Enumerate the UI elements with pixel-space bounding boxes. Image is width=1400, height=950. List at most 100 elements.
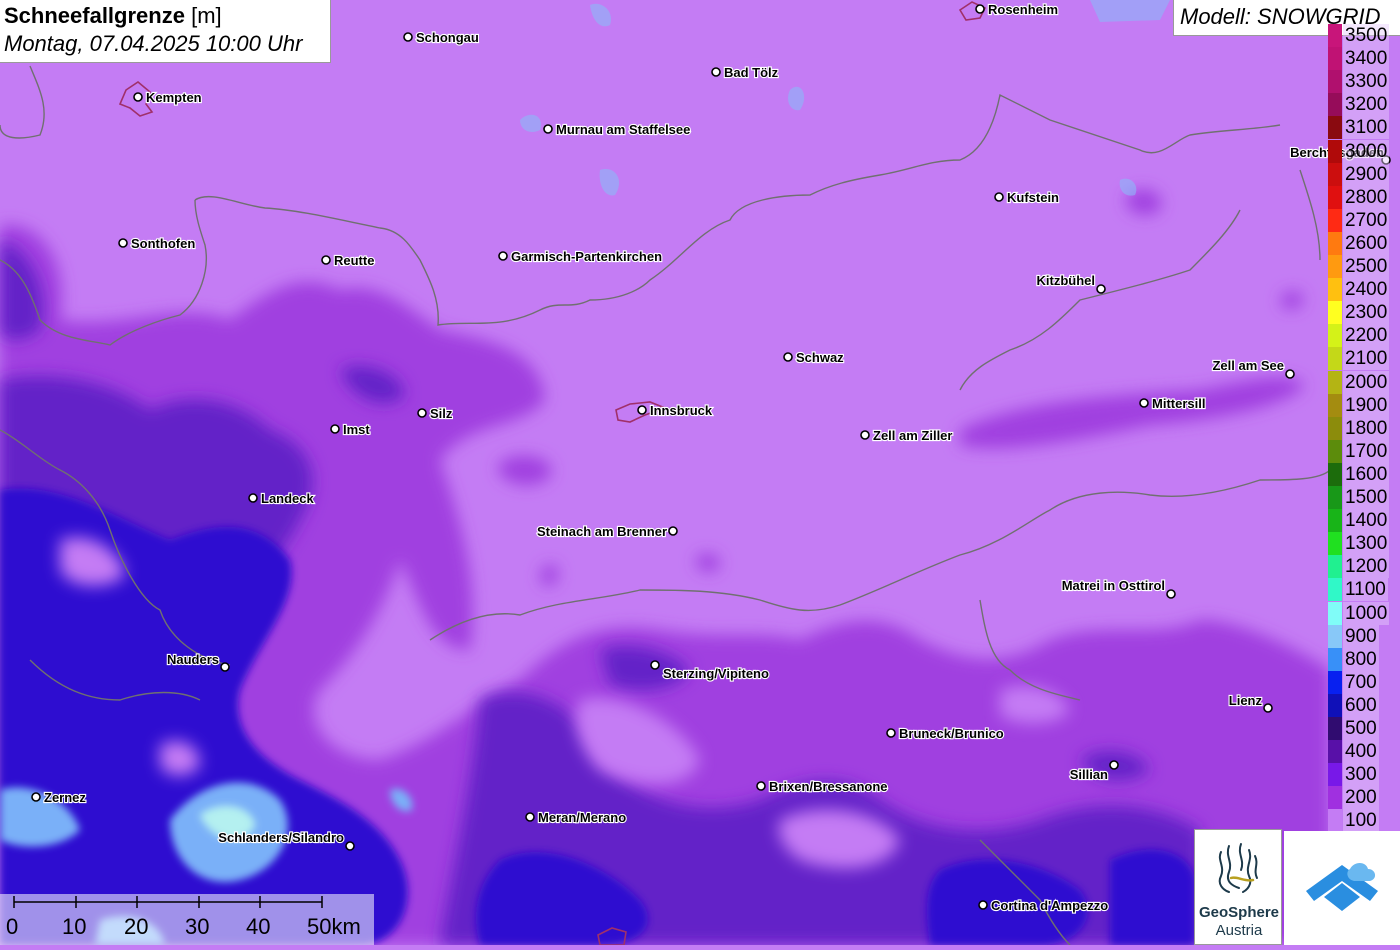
city-marker[interactable]: Innsbruck	[637, 402, 714, 419]
legend-row-400: 400	[1328, 740, 1400, 764]
legend-swatch	[1328, 532, 1342, 556]
color-legend: 3500 3400 3300 3200 3100 3000 2900 2800 2700 2600…	[1328, 24, 1400, 833]
legend-swatch	[1328, 185, 1342, 209]
legend-label: 2600	[1343, 231, 1390, 255]
scale-bar: 0 10 20 30 40 50km	[0, 894, 374, 945]
city-label: Garmisch-Partenkirchen	[511, 249, 662, 264]
legend-swatch	[1328, 647, 1342, 671]
weather-app-cloud-icon	[1306, 863, 1378, 911]
legend-label: 2500	[1343, 255, 1390, 278]
city-marker[interactable]: Meran/Merano	[525, 809, 627, 826]
legend-label: 1700	[1343, 439, 1390, 463]
city-dot-icon	[133, 92, 143, 102]
legend-row-2600: 2600	[1328, 231, 1400, 255]
legend-label: 3300	[1343, 70, 1390, 94]
legend-swatch	[1328, 670, 1342, 694]
city-label: Meran/Merano	[538, 810, 626, 825]
city-dot-icon	[711, 67, 721, 77]
city-dot-icon	[31, 792, 41, 802]
legend-row-2200: 2200	[1328, 324, 1400, 348]
legend-swatch	[1328, 255, 1342, 279]
legend-swatch	[1328, 278, 1342, 302]
legend-row-1400: 1400	[1328, 509, 1400, 533]
city-marker[interactable]: Bruneck/Brunico	[886, 725, 1005, 742]
legend-label: 2300	[1343, 301, 1390, 325]
city-marker[interactable]: Brixen/Bressanone	[756, 778, 889, 795]
legend-row-3200: 3200	[1328, 93, 1400, 117]
legend-row-2800: 2800	[1328, 185, 1400, 209]
city-dot-icon	[417, 408, 427, 418]
city-label: Kitzbühel	[1037, 273, 1096, 288]
legend-row-3000: 3000	[1328, 139, 1400, 163]
legend-label: 400	[1343, 740, 1379, 764]
legend-swatch	[1328, 347, 1342, 371]
city-marker[interactable]: Cortina d'Ampezzo	[978, 897, 1109, 914]
city-dot-icon	[321, 255, 331, 265]
city-label: Sonthofen	[131, 236, 195, 251]
map-title: Schneefallgrenze [m]	[4, 2, 326, 30]
legend-row-100: 100	[1328, 809, 1400, 833]
city-label: Sillian	[1070, 767, 1108, 782]
legend-swatch	[1328, 601, 1342, 625]
legend-label: 600	[1343, 693, 1379, 717]
legend-label: 3500	[1343, 24, 1390, 47]
city-label: Bruneck/Brunico	[899, 726, 1004, 741]
city-label: Nauders	[167, 652, 219, 667]
legend-row-600: 600	[1328, 693, 1400, 717]
map-title-parameter: Schneefallgrenze	[4, 3, 185, 28]
city-label: Sterzing/Vipiteno	[663, 666, 769, 681]
legend-swatch	[1328, 509, 1342, 533]
city-label: Rosenheim	[988, 2, 1058, 17]
city-dot-icon	[1109, 760, 1119, 770]
city-marker[interactable]: Schongau	[403, 29, 480, 46]
legend-swatch	[1328, 208, 1342, 232]
city-marker[interactable]: Rosenheim	[975, 1, 1059, 18]
snowfall-map[interactable]: Rosenheim Schongau Kempten Bad Tölz Murnau a…	[0, 0, 1400, 945]
city-dot-icon	[220, 662, 230, 672]
city-dot-icon	[1139, 398, 1149, 408]
legend-label: 500	[1343, 717, 1379, 740]
legend-row-2100: 2100	[1328, 347, 1400, 371]
legend-swatch	[1328, 370, 1342, 394]
city-label: Innsbruck	[650, 403, 713, 418]
legend-row-1300: 1300	[1328, 532, 1400, 556]
legend-label: 3100	[1343, 116, 1390, 140]
city-dot-icon	[756, 781, 766, 791]
legend-row-1700: 1700	[1328, 439, 1400, 463]
city-dot-icon	[1166, 589, 1176, 599]
legend-label: 1800	[1343, 416, 1390, 440]
legend-row-2400: 2400	[1328, 278, 1400, 302]
legend-label: 2000	[1343, 370, 1390, 394]
legend-row-700: 700	[1328, 670, 1400, 694]
city-marker[interactable]: Murnau am Staffelsee	[543, 121, 691, 138]
city-label: Schongau	[416, 30, 479, 45]
scale-tick-40: 40	[246, 914, 271, 939]
legend-swatch	[1328, 24, 1342, 48]
weather-app-logo[interactable]	[1284, 831, 1400, 945]
city-label: Kempten	[146, 90, 202, 105]
geosphere-emblem-icon	[1218, 843, 1258, 893]
city-label: Silz	[430, 406, 453, 421]
legend-row-3400: 3400	[1328, 47, 1400, 71]
city-marker[interactable]: Garmisch-Partenkirchen	[498, 248, 663, 265]
city-dot-icon	[783, 352, 793, 362]
legend-row-2000: 2000	[1328, 370, 1400, 394]
legend-swatch	[1328, 93, 1342, 117]
city-dot-icon	[1285, 369, 1295, 379]
legend-swatch	[1328, 717, 1342, 741]
scale-tick-0: 0	[6, 914, 19, 939]
city-dot-icon	[860, 430, 870, 440]
legend-swatch	[1328, 47, 1342, 71]
scale-tick-20: 20	[124, 914, 149, 939]
city-marker[interactable]: Sonthofen	[118, 235, 196, 252]
legend-label: 2200	[1343, 324, 1390, 348]
city-marker[interactable]: Steinach am Brenner	[536, 523, 678, 540]
scale-tick-50km: 50km	[307, 914, 361, 939]
legend-swatch	[1328, 555, 1342, 579]
city-dot-icon	[525, 812, 535, 822]
city-label: Murnau am Staffelsee	[556, 122, 690, 137]
legend-swatch	[1328, 139, 1342, 163]
legend-label: 900	[1343, 624, 1379, 648]
city-marker[interactable]: Zell am Ziller	[860, 427, 954, 444]
geosphere-logo[interactable]: GeoSphere Austria	[1194, 829, 1282, 945]
